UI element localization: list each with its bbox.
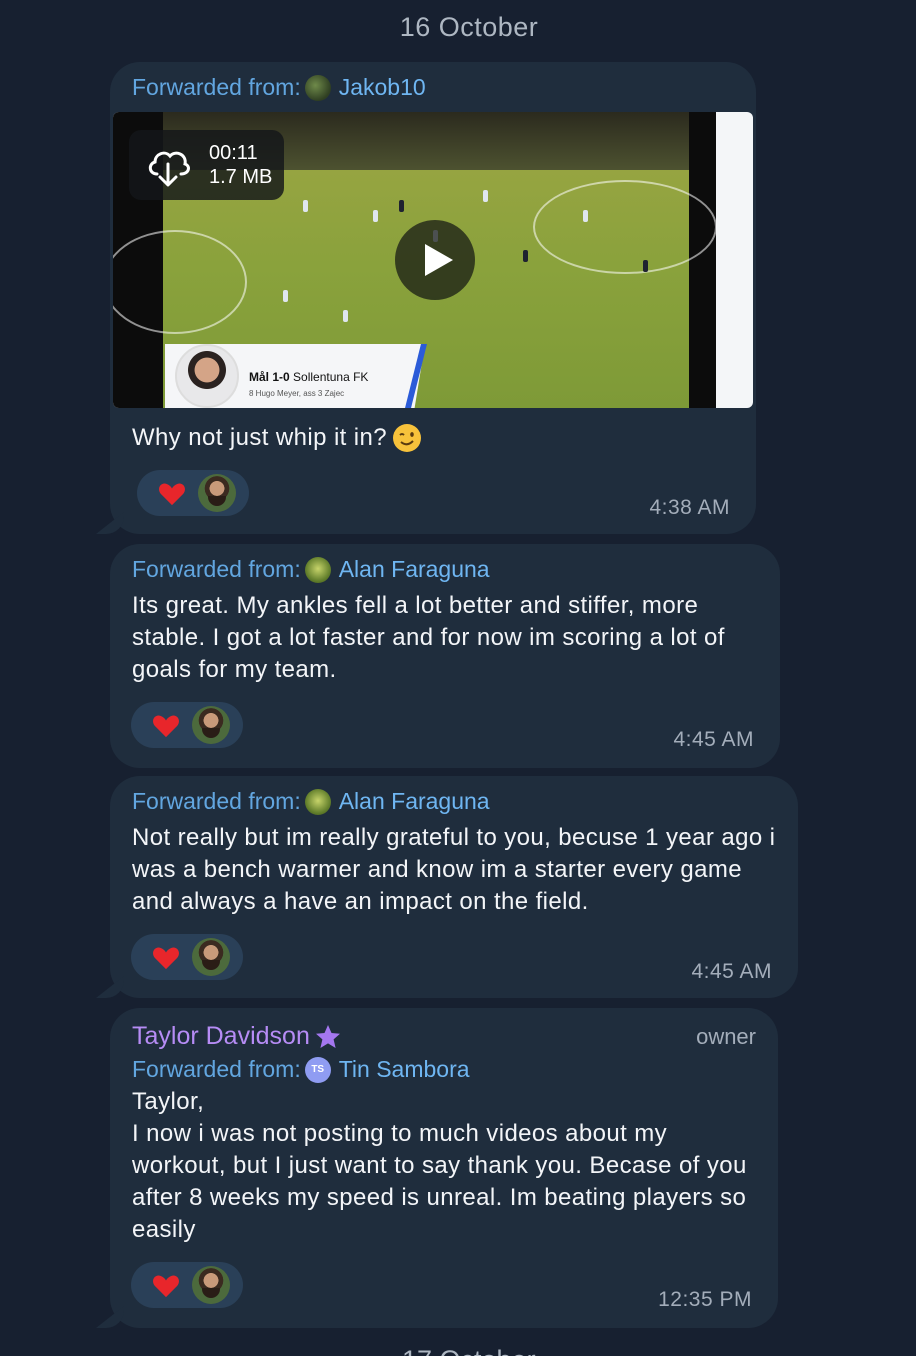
forwarded-label: Forwarded from: — [132, 556, 301, 582]
date-separator: 16 October — [399, 12, 539, 42]
download-box[interactable]: 00:11 1.7 MB — [129, 130, 284, 200]
forwarded-avatar[interactable] — [304, 788, 331, 815]
message-text: Its great. My ankles fell a lot better a… — [132, 592, 725, 683]
field-line — [113, 230, 247, 334]
player — [523, 250, 528, 262]
message-bubble[interactable]: Forwarded from: Alan Faraguna Not really… — [110, 776, 798, 998]
forwarded-header[interactable]: Forwarded from: Jakob10 — [132, 74, 426, 101]
player — [343, 310, 348, 322]
score-team: Sollentuna FK — [293, 370, 369, 384]
field-line — [533, 180, 717, 274]
heart-icon — [153, 1275, 179, 1298]
reaction-pill[interactable] — [137, 470, 249, 516]
heart-icon — [159, 483, 185, 506]
video-attachment[interactable]: Mål 1-0 Sollentuna FK 8 Hugo Meyer, ass … — [113, 112, 753, 408]
reaction-pill[interactable] — [131, 702, 243, 748]
forwarded-label: Forwarded from: — [132, 74, 301, 100]
player — [303, 200, 308, 212]
forwarded-name[interactable]: Jakob10 — [339, 74, 426, 101]
score-title: Mål 1-0 Sollentuna FK — [249, 370, 368, 384]
forwarded-label: Forwarded from: — [132, 1056, 301, 1082]
message-body: Why not just whip it in? — [132, 424, 388, 451]
wink-emoji-icon — [393, 424, 422, 452]
video-size: 1.7 MB — [209, 166, 273, 188]
message-bubble[interactable]: Forwarded from: Alan Faraguna Its great.… — [110, 544, 780, 768]
heart-icon — [153, 715, 179, 738]
forwarded-avatar[interactable]: TS — [304, 1056, 331, 1083]
forwarded-header[interactable]: Forwarded from: Alan Faraguna — [132, 788, 490, 815]
forwarded-header[interactable]: Forwarded from: Alan Faraguna — [132, 556, 490, 583]
heart-icon — [153, 947, 179, 970]
score-goal: Mål 1-0 — [249, 370, 290, 384]
player — [583, 210, 588, 222]
reactor-avatar[interactable] — [192, 1266, 230, 1304]
player — [483, 190, 488, 202]
message-time: 4:45 AM — [673, 728, 754, 751]
message-time: 4:45 AM — [691, 960, 772, 983]
forwarded-name[interactable]: Alan Faraguna — [339, 556, 490, 583]
reactor-avatar[interactable] — [192, 706, 230, 744]
role-badge: owner — [696, 1024, 756, 1049]
sender-label[interactable]: Taylor Davidson — [132, 1022, 310, 1051]
reactor-avatar[interactable] — [192, 938, 230, 976]
message-time: 12:35 PM — [658, 1288, 752, 1311]
player — [643, 260, 648, 272]
reaction-pill[interactable] — [131, 1262, 243, 1308]
video-duration: 00:11 — [209, 142, 258, 164]
date-separator: 17 October — [402, 1340, 536, 1356]
message-text: Not really but im really grateful to you… — [132, 824, 776, 915]
reactor-avatar[interactable] — [198, 474, 236, 512]
scorer-photo — [175, 344, 239, 408]
forwarded-avatar[interactable] — [304, 74, 331, 101]
message-text: Taylor, I now i was not posting to much … — [132, 1088, 747, 1243]
forwarded-header[interactable]: Forwarded from: TS Tin Sambora — [132, 1056, 470, 1083]
forwarded-name[interactable]: Tin Sambora — [339, 1056, 470, 1083]
forwarded-name[interactable]: Alan Faraguna — [339, 788, 490, 815]
message-bubble[interactable]: Forwarded from: Jakob10 Mål 1-0 Sollentu… — [110, 62, 756, 534]
message-bubble[interactable]: Taylor Davidson owner Forwarded from: TS… — [110, 1008, 778, 1328]
forwarded-label: Forwarded from: — [132, 788, 301, 814]
star-icon — [315, 1024, 340, 1048]
cloud-download-icon[interactable] — [145, 144, 191, 188]
message-text: Why not just whip it in? — [132, 422, 734, 454]
forwarded-avatar[interactable] — [304, 556, 331, 583]
sender-name[interactable]: Taylor Davidson — [132, 1022, 342, 1051]
player — [283, 290, 288, 302]
message-time: 4:38 AM — [649, 496, 730, 519]
score-subtitle: 8 Hugo Meyer, ass 3 Zajec — [249, 389, 345, 398]
player — [373, 210, 378, 222]
reaction-pill[interactable] — [131, 934, 243, 980]
play-button[interactable] — [395, 220, 475, 300]
player — [399, 200, 404, 212]
